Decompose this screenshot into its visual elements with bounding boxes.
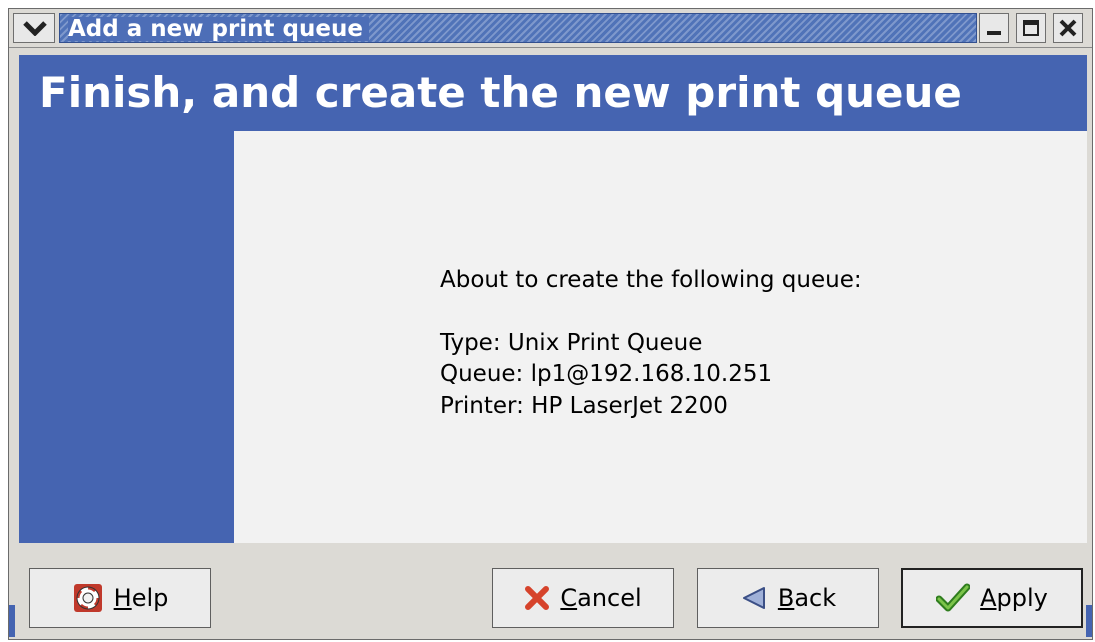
bottom-right-accent bbox=[1086, 605, 1092, 637]
title-bar: Add a new print queue bbox=[9, 9, 1092, 48]
summary-intro: About to create the following queue: bbox=[440, 267, 862, 293]
apply-label: pply bbox=[996, 584, 1048, 612]
queue-summary: About to create the following queue: Typ… bbox=[440, 265, 862, 422]
cancel-button[interactable]: Cancel bbox=[492, 568, 674, 628]
red-x-icon bbox=[524, 585, 550, 611]
apply-mnemonic: A bbox=[980, 584, 997, 612]
back-button[interactable]: Back bbox=[697, 568, 879, 628]
close-icon bbox=[1059, 19, 1077, 37]
title-area[interactable]: Add a new print queue bbox=[59, 13, 977, 43]
cancel-mnemonic: C bbox=[560, 584, 578, 612]
maximize-icon bbox=[1023, 20, 1039, 36]
help-mnemonic: H bbox=[113, 584, 132, 612]
help-button[interactable]: Help bbox=[29, 568, 211, 628]
cancel-label: ancel bbox=[577, 584, 642, 612]
help-label: elp bbox=[131, 584, 169, 612]
apply-button[interactable]: Apply bbox=[901, 568, 1083, 628]
druid-header: Finish, and create the new print queue bbox=[19, 55, 1087, 131]
close-button[interactable] bbox=[1053, 13, 1083, 43]
minimize-button[interactable] bbox=[979, 13, 1009, 43]
left-arrow-icon bbox=[740, 585, 768, 611]
back-label: ack bbox=[794, 584, 837, 612]
page-title: Finish, and create the new print queue bbox=[39, 68, 962, 117]
chevron-down-icon bbox=[23, 21, 47, 36]
summary-type: Type: Unix Print Queue bbox=[440, 329, 703, 356]
summary-queue: Queue: lp1@192.168.10.251 bbox=[440, 361, 773, 387]
window-title: Add a new print queue bbox=[68, 17, 369, 41]
content-pane: About to create the following queue: Typ… bbox=[234, 131, 1087, 543]
minimize-icon bbox=[987, 31, 1001, 35]
bottom-left-accent bbox=[9, 605, 15, 637]
summary-printer: Printer: HP LaserJet 2200 bbox=[440, 392, 728, 419]
window-menu-button[interactable] bbox=[13, 13, 55, 43]
dialog-window: Add a new print queue Finish, and create… bbox=[8, 8, 1093, 640]
lifebuoy-icon bbox=[72, 582, 104, 614]
side-panel bbox=[19, 131, 234, 543]
maximize-button[interactable] bbox=[1016, 13, 1046, 43]
back-mnemonic: B bbox=[777, 584, 795, 612]
checkmark-icon bbox=[936, 583, 971, 613]
